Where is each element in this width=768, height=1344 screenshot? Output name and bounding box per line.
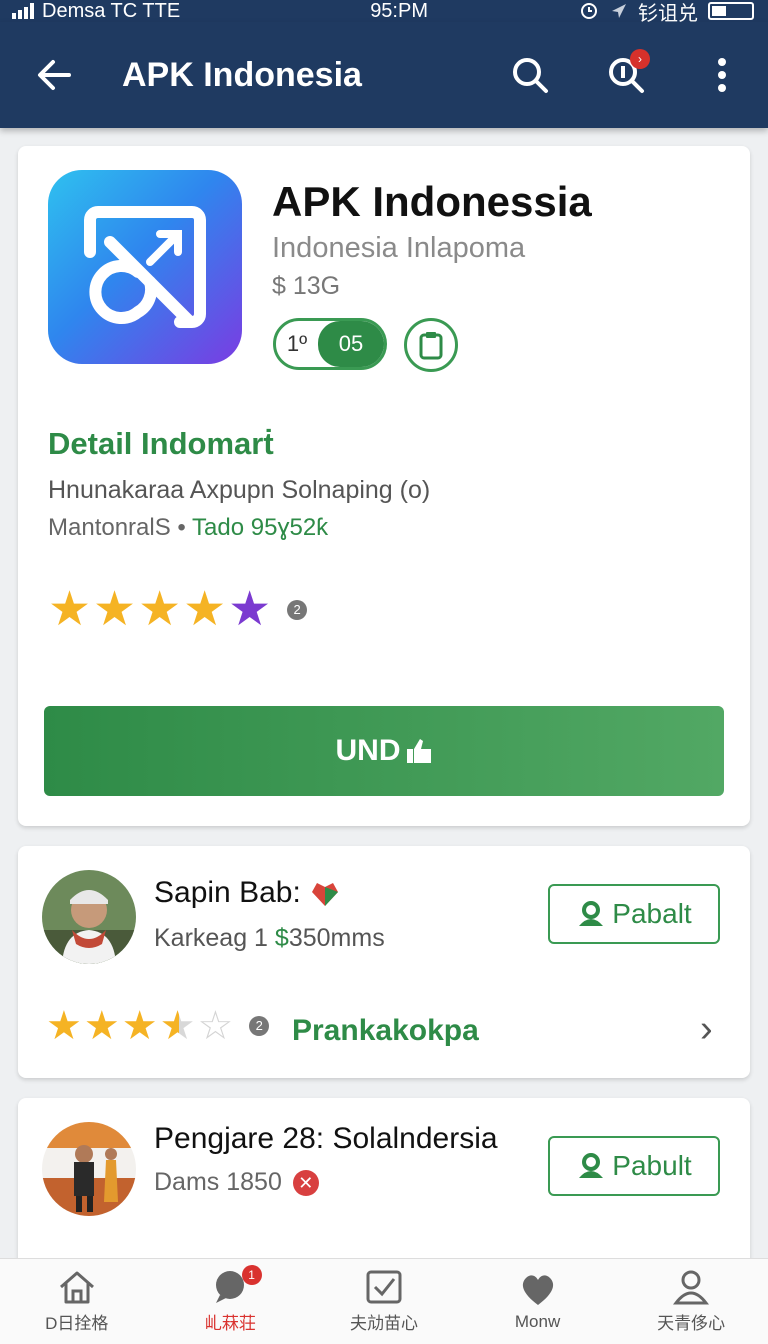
app-logo-icon (48, 170, 242, 364)
developer-name: Sapin Bab: (154, 876, 341, 910)
developer-meta-tail: 350mms (288, 924, 385, 952)
location-icon (612, 4, 626, 18)
nav-label: 夫劥苗心 (349, 1314, 418, 1333)
back-arrow-icon[interactable] (32, 53, 76, 97)
developer-meta-text: Karkeag 1 (154, 924, 275, 952)
follow-button-label: Pabalt (612, 898, 692, 929)
install-button[interactable]: UND (44, 706, 724, 796)
star-empty-icon: ☆ (197, 1004, 234, 1048)
nav-item-chat[interactable]: 1 乢菻荘 (154, 1259, 308, 1344)
heart-icon (522, 1274, 553, 1305)
toggle-left-option[interactable]: 1º (276, 321, 318, 367)
meta-right: Tado 95ɣ52ƙ (192, 514, 329, 541)
nav-label: 天青侈心 (657, 1314, 726, 1333)
chevron-right-icon[interactable]: › (700, 1008, 713, 1051)
star-icon: ★ (138, 583, 182, 636)
developer-name: Pengjare 28: Solalndersia (154, 1122, 498, 1155)
detail-heading: Detail Indomarṫ (48, 426, 274, 461)
signal-icon (12, 3, 34, 19)
alarm-icon (581, 3, 597, 19)
developer-card[interactable]: Pengjare 28: Solalndersia Dams 1850 ✕ Pa… (18, 1098, 750, 1278)
developer-meta: Dams 1850 ✕ (154, 1168, 319, 1197)
follow-button[interactable]: Pabalt (548, 884, 720, 944)
nav-item-profile[interactable]: 天青侈心 (614, 1259, 768, 1344)
nav-item-home[interactable]: D日拴格 (0, 1259, 154, 1344)
star-icon: ★ (228, 583, 272, 636)
nav-label: Monw (514, 1311, 561, 1331)
app-bar: APK Indonesia › (0, 22, 768, 128)
user-shield-icon (579, 901, 604, 926)
status-bar: Demsa TC TTE 95:PM 钐诅兑 (0, 0, 768, 25)
info-search-icon[interactable]: › (604, 49, 650, 97)
nav-item-favorites[interactable]: Monw (461, 1259, 615, 1344)
app-meta: MantonralS • Tado 95ɣ52ƙ (48, 514, 328, 542)
nav-label: D日拴格 (45, 1314, 109, 1333)
developer-meta: Karkeag 1 $350mms (154, 924, 385, 953)
star-half-icon: ★ (159, 1004, 196, 1048)
more-options-icon[interactable] (700, 53, 744, 97)
version-toggle[interactable]: 1º 05 (273, 318, 387, 370)
rating-count: 2 (287, 600, 308, 620)
app-detail-card: APK Indonessia Indonesia Inlapoma $ 13G … (18, 146, 750, 826)
developer-meta-text: Dams 1850 (154, 1168, 282, 1196)
meta-left: Mantonral (48, 514, 155, 541)
carrier-label: Demsa TC TTE (42, 0, 181, 22)
developer-rating: ★ ★ ★ ★ ☆ 2 (46, 1004, 270, 1048)
star-icon: ★ (46, 1004, 82, 1048)
install-button-label: UND (335, 734, 401, 767)
app-title: APK Indonessia (272, 178, 592, 225)
star-icon: ★ (183, 583, 227, 636)
developer-name-text: Sapin Bab: (154, 876, 301, 909)
profile-icon (673, 1270, 710, 1305)
meta-separator: S • (154, 514, 193, 541)
star-icon: ★ (121, 1004, 158, 1048)
close-circle-icon[interactable]: ✕ (292, 1170, 319, 1197)
star-icon: ★ (93, 583, 137, 636)
developer-link[interactable]: Prankakokpa (292, 1014, 479, 1048)
app-price: $ 13G (272, 272, 341, 300)
detail-description: Hnunakaraa Axpupn Solnaping (o) (48, 476, 431, 504)
avatar (42, 870, 136, 964)
checkbox-icon (366, 1270, 402, 1304)
follow-button[interactable]: Pabult (548, 1136, 720, 1196)
star-icon: ★ (83, 1004, 120, 1048)
heart-gem-icon (312, 883, 339, 907)
developer-card[interactable]: Sapin Bab: Karkeag 1 $350mms Pabalt ★ ★ … (18, 846, 750, 1078)
clipboard-button[interactable] (404, 318, 458, 372)
battery-icon (708, 2, 754, 20)
follow-button-label: Pabult (612, 1150, 692, 1181)
nav-badge: 1 (241, 1265, 262, 1285)
avatar (42, 1122, 136, 1216)
toggle-right-option[interactable]: 05 (318, 321, 384, 367)
nav-item-tasks[interactable]: 夫劥苗心 (307, 1259, 461, 1344)
clipboard-icon (419, 332, 443, 360)
developer-meta-accent: $ (274, 924, 289, 952)
user-shield-icon (579, 1153, 604, 1178)
rating-count: 2 (249, 1016, 270, 1036)
notification-badge: › (630, 49, 650, 69)
search-icon[interactable] (508, 53, 552, 97)
home-icon (59, 1271, 94, 1304)
page-title: APK Indonesia (122, 55, 362, 94)
bottom-navigation: D日拴格 1 乢菻荘 夫劥苗心 Monw 天青侈心 (0, 1258, 768, 1344)
star-icon: ★ (48, 583, 92, 636)
app-rating: ★ ★ ★ ★ ★ 2 (48, 583, 308, 636)
app-subtitle: Indonesia Inlapoma (272, 232, 526, 264)
thumbs-up-icon (406, 739, 431, 763)
nav-label: 乢菻荘 (204, 1314, 256, 1333)
clock: 95:PM (370, 0, 428, 22)
